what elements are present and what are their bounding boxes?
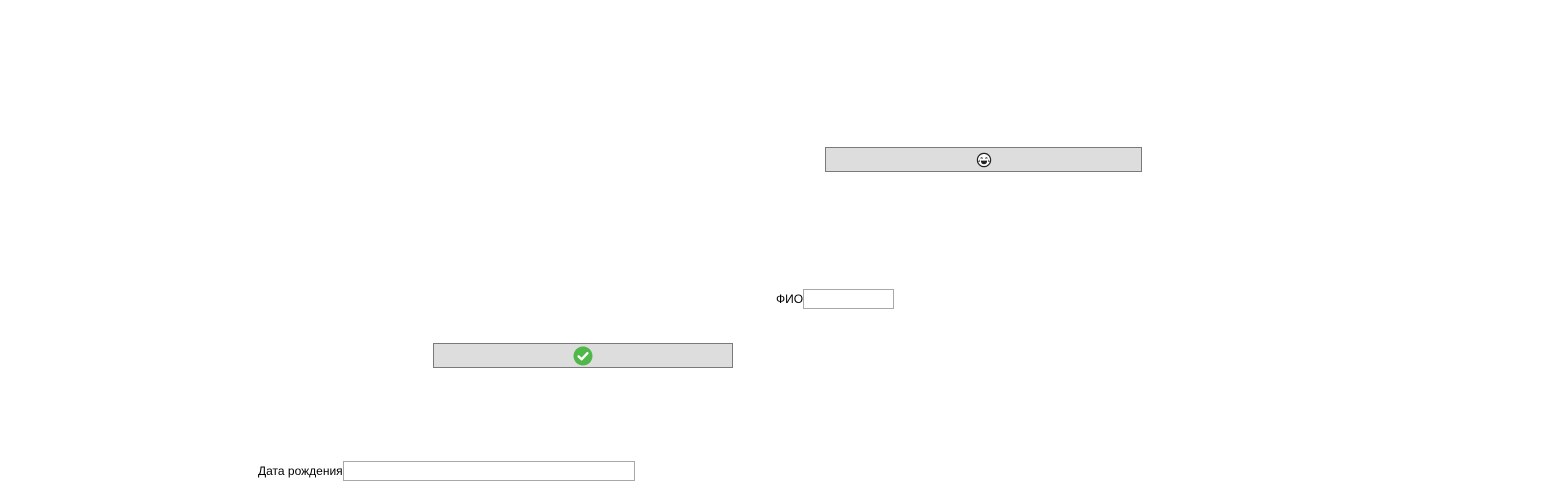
smiling-face-with-tears-icon xyxy=(976,152,992,168)
emoji-button[interactable] xyxy=(825,147,1142,172)
confirm-button[interactable] xyxy=(433,343,733,368)
fio-label: ФИО xyxy=(776,292,804,306)
fio-input[interactable] xyxy=(803,289,894,309)
form-window: { "form": { "emoji_button": { "icon": "s… xyxy=(0,0,1544,497)
birth-date-label: Дата рождения xyxy=(258,464,343,478)
birth-date-input[interactable] xyxy=(343,461,635,481)
green-checkmark-circle-icon xyxy=(573,346,593,366)
